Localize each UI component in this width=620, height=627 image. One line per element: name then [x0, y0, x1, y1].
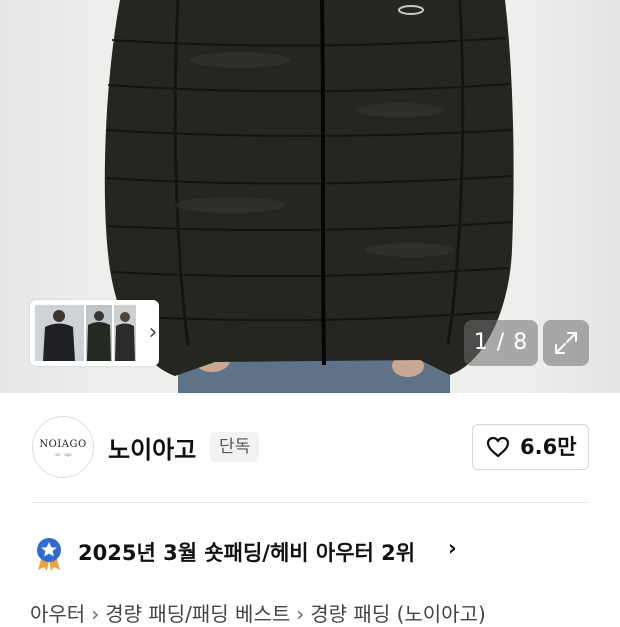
- brand-logo-text: NOIAGO: [39, 439, 87, 450]
- thumbnail-2-photo: [87, 311, 111, 361]
- expand-icon: [555, 332, 577, 354]
- brand-logo-subtext: noi · ago: [54, 452, 72, 457]
- brand-logo[interactable]: NOIAGO noi · ago: [32, 416, 94, 478]
- thumbnail-strip[interactable]: ›: [30, 300, 159, 366]
- section-divider: [32, 502, 588, 503]
- image-counter: 1 / 8: [464, 320, 538, 366]
- like-count: 6.6만: [520, 435, 577, 459]
- thumbnail-1-photo: [43, 310, 75, 361]
- breadcrumb-item-brand-padding[interactable]: 경량 패딩 (노이아고): [310, 602, 486, 626]
- breadcrumb-item-outer[interactable]: 아우터: [30, 602, 85, 626]
- thumbnail-3[interactable]: [114, 305, 136, 361]
- like-button[interactable]: 6.6만: [472, 424, 589, 470]
- ranking-text[interactable]: 2025년 3월 숏패딩/헤비 아우터 2위: [78, 537, 415, 567]
- product-image[interactable]: › 1 / 8: [0, 0, 620, 393]
- expand-button[interactable]: [543, 320, 589, 366]
- zipper: [320, 0, 326, 366]
- thumbnail-2[interactable]: [86, 305, 112, 361]
- thumbnail-3-photo: [115, 312, 135, 361]
- breadcrumb-separator-icon: ›: [91, 602, 100, 626]
- thumbnail-next-arrow[interactable]: ›: [140, 318, 166, 348]
- ranking-medal-icon: [37, 538, 61, 571]
- heart-icon: [486, 436, 510, 458]
- breadcrumb-item-light-padding[interactable]: 경량 패딩/패딩 베스트: [105, 602, 290, 626]
- brand-name[interactable]: 노이아고: [108, 430, 196, 465]
- ranking-chevron-icon[interactable]: ›: [448, 536, 457, 560]
- breadcrumb-separator-icon: ›: [296, 602, 305, 626]
- thumbnail-1[interactable]: [35, 305, 84, 361]
- breadcrumb: 아우터 › 경량 패딩/패딩 베스트 › 경량 패딩 (노이아고): [30, 598, 486, 627]
- exclusive-badge: 단독: [210, 432, 260, 462]
